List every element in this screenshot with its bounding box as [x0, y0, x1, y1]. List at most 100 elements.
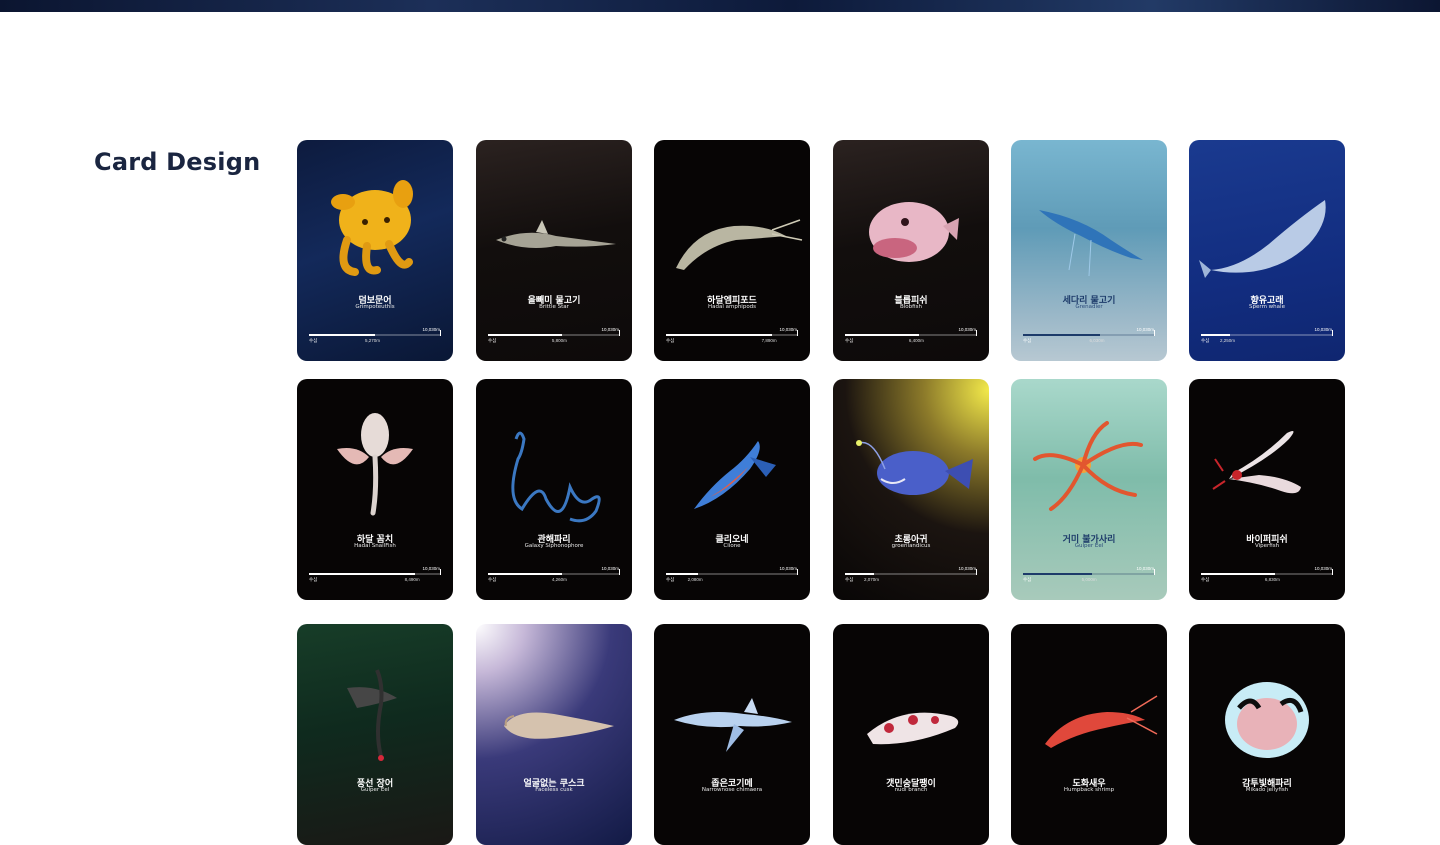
depth-fill [309, 573, 415, 575]
depth-end-tick [440, 330, 441, 336]
depth-track [845, 569, 977, 575]
depth-max-label: 10,030m [1314, 327, 1332, 332]
card-name-english: Blobfish [900, 304, 922, 310]
creature-card[interactable]: 풍선 장어 Gulper Eel [297, 624, 453, 845]
depth-track [309, 569, 441, 575]
depth-max-label: 10,030m [601, 327, 619, 332]
depth-value: 2,080m [687, 577, 703, 582]
creature-card[interactable]: 향유고래 Sperm whale 10,030m 수심 2,250m [1189, 140, 1345, 361]
depth-label: 수심 [1201, 577, 1210, 582]
depth-max-label: 10,030m [779, 327, 797, 332]
depth-label: 수심 [488, 338, 497, 343]
gulper-illustration [297, 624, 453, 845]
depth-label: 수심 [845, 338, 854, 343]
depth-end-tick [1154, 330, 1155, 336]
depth-value: 5,270m [365, 338, 381, 343]
depth-end-tick [797, 330, 798, 336]
card-name-english: Grenadier [1075, 304, 1103, 310]
depth-value: 6,830m [1264, 577, 1280, 582]
creature-card[interactable]: 블롭피쉬 Blobfish 10,030m 수심 6,400m [833, 140, 989, 361]
card-name-english: Clione [723, 543, 741, 549]
depth-fill [666, 334, 772, 336]
depth-end-tick [976, 569, 977, 575]
depth-max-label: 10,030m [1314, 566, 1332, 571]
depth-fill [488, 334, 562, 336]
depth-end-tick [440, 569, 441, 575]
depth-end-tick [1332, 330, 1333, 336]
card-name-english: Gulper Eel [1074, 543, 1104, 549]
card-name-english: groenlandicus [891, 543, 931, 549]
depth-max-label: 10,030m [1136, 327, 1154, 332]
creature-card[interactable]: 관해파리 Galaxy Siphonophore 10,030m 수심 4,260m [476, 379, 632, 600]
depth-label: 수심 [488, 577, 497, 582]
depth-fill [845, 573, 875, 575]
depth-max-label: 10,030m [779, 566, 797, 571]
cusk-illustration [476, 624, 632, 845]
depth-track [1023, 569, 1155, 575]
card-name-english: Gulper Eel [360, 787, 390, 793]
creature-card[interactable]: 얼굴없는 쿠스크 Faceless cusk [476, 624, 632, 845]
depth-value: 2,070m [864, 577, 880, 582]
depth-fill [1201, 334, 1231, 336]
depth-track [1201, 569, 1333, 575]
depth-max-label: 10,030m [422, 327, 440, 332]
chimaera-illustration [654, 624, 810, 845]
depth-label: 수심 [1023, 338, 1032, 343]
depth-max-label: 10,030m [601, 566, 619, 571]
card-name-english: Grimpoteuthis [355, 304, 395, 310]
depth-track [488, 330, 620, 336]
depth-max-label: 10,030m [958, 327, 976, 332]
creature-card[interactable]: 올빼미 물고기 Brittle Star 10,030m 수심 5,800m [476, 140, 632, 361]
depth-label: 수심 [666, 338, 675, 343]
card-name-english: Mikado jellyfish [1245, 787, 1289, 793]
depth-track [488, 569, 620, 575]
depth-track [309, 330, 441, 336]
creature-card[interactable]: 거미 불가사리 Gulper Eel 10,030m 수심 5,000m [1011, 379, 1167, 600]
depth-end-tick [1332, 569, 1333, 575]
creature-card[interactable]: 하달 꼼치 Hadal SnailFish 10,030m 수심 8,490m [297, 379, 453, 600]
depth-label: 수심 [309, 338, 318, 343]
creature-card[interactable]: 하달엠피포드 Hadal amphipods 10,030m 수심 7,890m [654, 140, 810, 361]
creature-card[interactable]: 세다리 물고기 Grenadier 10,030m 수심 6,030m [1011, 140, 1167, 361]
depth-max-label: 10,030m [958, 566, 976, 571]
depth-value: 4,260m [551, 577, 567, 582]
card-name-english: Viperfish [1254, 543, 1280, 549]
depth-end-tick [797, 569, 798, 575]
section-title: Card Design [94, 148, 261, 176]
card-name-english: Narrownose chimaera [701, 787, 763, 793]
creature-card[interactable]: 덤보문어 Grimpoteuthis 10,030m 수심 5,270m [297, 140, 453, 361]
nudibranch-illustration [833, 624, 989, 845]
depth-fill [845, 334, 919, 336]
depth-end-tick [619, 569, 620, 575]
depth-end-tick [976, 330, 977, 336]
depth-label: 수심 [1023, 577, 1032, 582]
depth-fill [666, 573, 698, 575]
card-name-english: nudi branch [894, 787, 928, 793]
creature-card[interactable]: 갯민숭달팽이 nudi branch [833, 624, 989, 845]
depth-max-label: 10,030m [422, 566, 440, 571]
depth-value: 2,250m [1220, 338, 1236, 343]
depth-fill [1023, 573, 1092, 575]
card-name-english: Sperm whale [1249, 304, 1285, 310]
depth-value: 8,490m [404, 577, 420, 582]
card-name-english: Faceless cusk [535, 787, 573, 793]
header-banner-strip [0, 0, 1440, 12]
depth-fill [1201, 573, 1275, 575]
depth-track [1201, 330, 1333, 336]
depth-end-tick [619, 330, 620, 336]
creature-card[interactable]: 바이퍼피쉬 Viperfish 10,030m 수심 6,830m [1189, 379, 1345, 600]
depth-label: 수심 [309, 577, 318, 582]
depth-value: 5,800m [551, 338, 567, 343]
depth-fill [488, 573, 562, 575]
depth-track [666, 330, 798, 336]
creature-card[interactable]: 클리오네 Clione 10,030m 수심 2,080m [654, 379, 810, 600]
creature-card[interactable]: 좁은코기메 Narrownose chimaera [654, 624, 810, 845]
creature-card[interactable]: 도화새우 Humpback shrimp [1011, 624, 1167, 845]
creature-card[interactable]: 감투빛해파리 Mikado jellyfish [1189, 624, 1345, 845]
card-name-english: Humpback shrimp [1063, 787, 1115, 793]
depth-label: 수심 [1201, 338, 1210, 343]
depth-label: 수심 [666, 577, 675, 582]
depth-max-label: 10,030m [1136, 566, 1154, 571]
redshrimp-illustration [1011, 624, 1167, 845]
creature-card[interactable]: 초롱아귀 groenlandicus 10,030m 수심 2,070m [833, 379, 989, 600]
